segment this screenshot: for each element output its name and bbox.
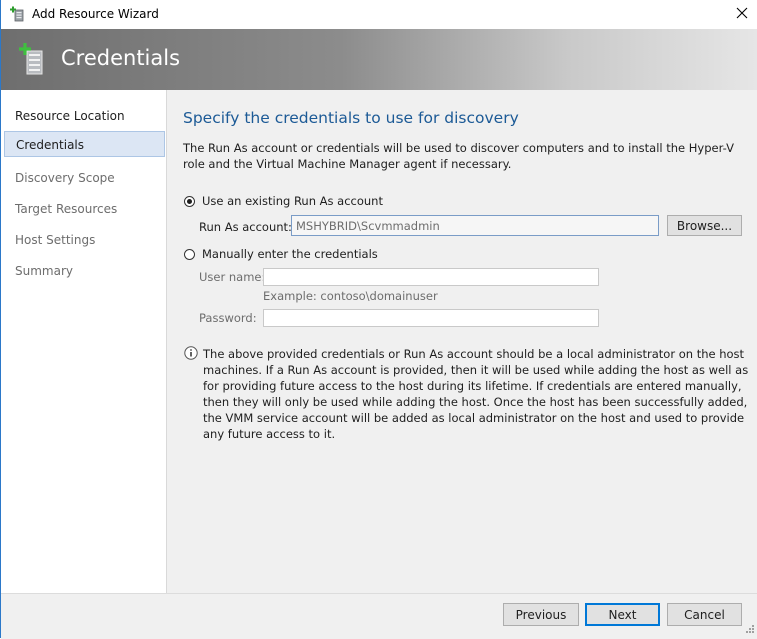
close-icon [736, 7, 748, 22]
manual-credentials-radio[interactable]: Manually enter the credentials [184, 247, 378, 261]
main-content: Specify the credentials to use for disco… [167, 90, 757, 593]
close-button[interactable] [727, 0, 757, 29]
sidebar-item-summary[interactable]: Summary [4, 258, 159, 284]
wizard-footer: Previous Next Cancel [1, 593, 757, 639]
username-example-text: Example: contoso\domainuser [263, 289, 438, 303]
run-as-account-field[interactable] [291, 215, 659, 236]
resize-grip-icon[interactable] [745, 623, 755, 637]
use-existing-run-as-radio[interactable]: Use an existing Run As account [184, 194, 383, 208]
password-label: Password: [199, 311, 257, 325]
sidebar-item-host-settings[interactable]: Host Settings [4, 227, 159, 253]
sidebar-item-credentials[interactable]: Credentials [4, 131, 165, 157]
sidebar-item-discovery-scope[interactable]: Discovery Scope [4, 165, 159, 191]
sidebar-item-target-resources[interactable]: Target Resources [4, 196, 159, 222]
sidebar-item-resource-location[interactable]: Resource Location [4, 103, 159, 129]
manual-credentials-label: Manually enter the credentials [202, 247, 378, 261]
info-note-text: The above provided credentials or Run As… [203, 347, 749, 441]
username-field[interactable] [263, 268, 599, 286]
username-label: User name: [199, 270, 266, 284]
radio-button-checked[interactable] [184, 195, 195, 207]
header-banner: Credentials [1, 29, 757, 90]
next-button[interactable]: Next [585, 603, 660, 626]
radio-button-unchecked[interactable] [184, 248, 195, 260]
previous-button[interactable]: Previous [503, 603, 579, 626]
password-field[interactable] [263, 309, 599, 327]
title-bar: Add Resource Wizard [1, 0, 757, 29]
use-existing-run-as-label: Use an existing Run As account [202, 194, 383, 208]
cancel-button[interactable]: Cancel [667, 603, 742, 626]
info-icon [184, 346, 198, 360]
wizard-steps-sidebar: Resource Location Credentials Discovery … [1, 90, 167, 593]
section-heading: Specify the credentials to use for disco… [183, 109, 519, 127]
browse-button[interactable]: Browse... [667, 215, 742, 236]
add-resource-wizard-window: Add Resource Wizard Credentials Resource… [0, 0, 757, 639]
window-title: Add Resource Wizard [32, 7, 159, 21]
add-resource-icon [10, 6, 26, 22]
server-add-icon [18, 42, 46, 76]
page-title: Credentials [61, 46, 181, 70]
intro-text: The Run As account or credentials will b… [183, 141, 734, 171]
run-as-account-label: Run As account: [199, 220, 292, 234]
